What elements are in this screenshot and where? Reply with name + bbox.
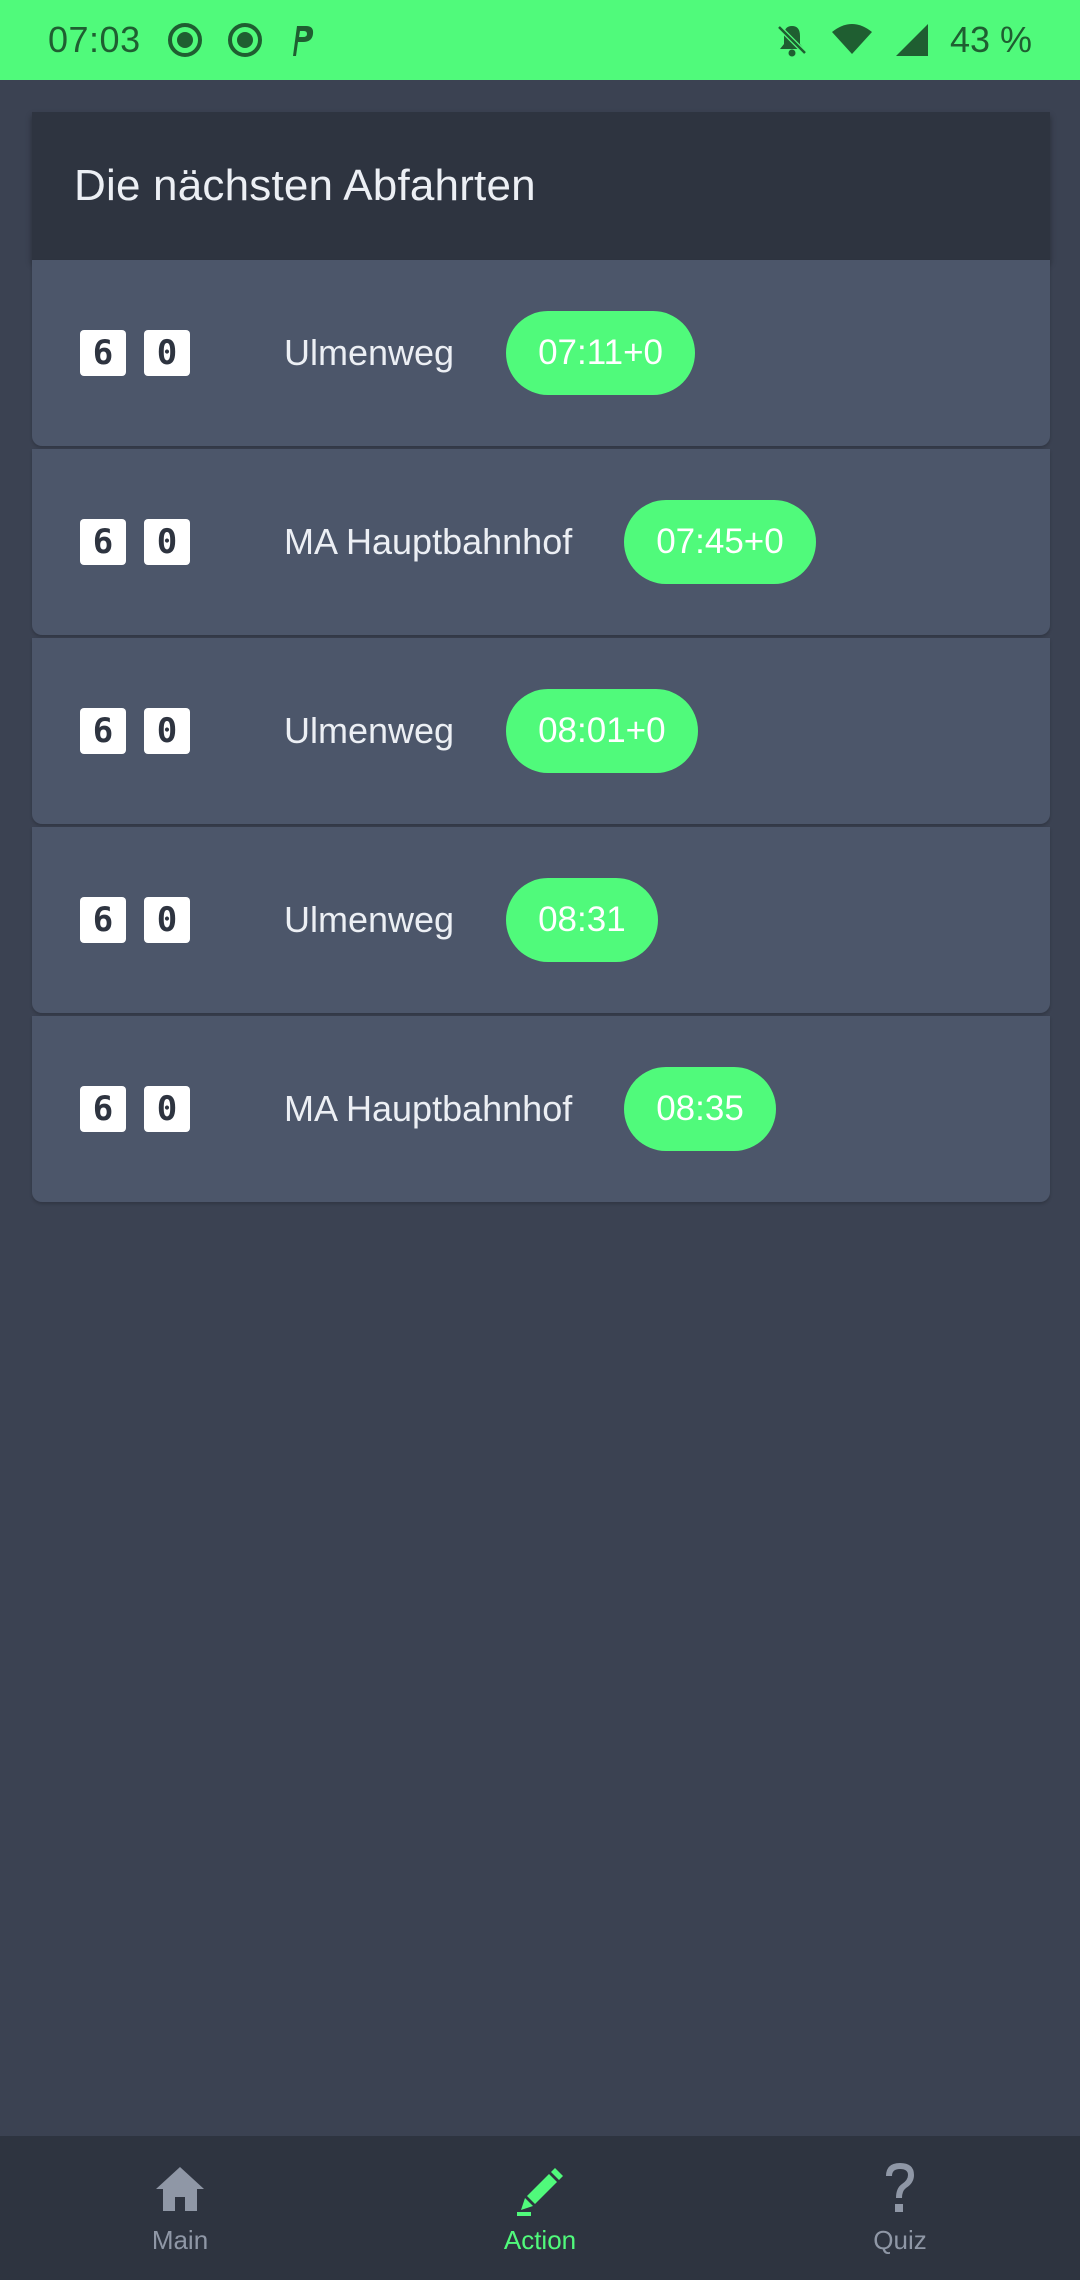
departure-time-badge: 07:45+0 [624,500,816,584]
question-icon [872,2161,928,2217]
nav-item-action[interactable]: Action [360,2136,720,2280]
destination-label: MA Hauptbahnhof [284,1088,573,1129]
line-number-badge: 6 0 [80,330,208,376]
line-digit: 0 [144,519,190,565]
bottom-navigation: Main Action Quiz [0,2136,1080,2280]
nav-item-main[interactable]: Main [0,2136,360,2280]
nav-label: Action [503,2224,577,2255]
nav-label: Main [151,2224,209,2255]
departure-info: Ulmenweg 08:01+0 [284,689,698,773]
parking-icon [287,22,317,58]
line-digit: 0 [144,708,190,754]
departures-header: Die nächsten Abfahrten [32,112,1050,260]
edit-icon [512,2161,568,2217]
line-digit: 6 [80,897,126,943]
departure-row[interactable]: 6 0 MA Hauptbahnhof 08:35 [32,1016,1050,1202]
departure-info: Ulmenweg 07:11+0 [284,311,695,395]
status-right: 43 % [754,19,1032,61]
departure-row[interactable]: 6 0 Ulmenweg 08:01+0 [32,638,1050,824]
line-digit: 6 [80,1086,126,1132]
nav-item-quiz[interactable]: Quiz [720,2136,1080,2280]
line-number-badge: 6 0 [80,1086,208,1132]
line-number-badge: 6 0 [80,708,208,754]
wifi-icon [830,22,874,58]
status-time: 07:03 [48,19,141,60]
departure-row[interactable]: 6 0 MA Hauptbahnhof 07:45+0 [32,449,1050,635]
signal-icon [894,22,930,58]
departure-info: MA Hauptbahnhof 08:35 [284,1067,776,1151]
departure-row[interactable]: 6 0 Ulmenweg 07:11+0 [32,260,1050,446]
departure-time-badge: 08:31 [506,878,658,962]
departure-time-badge: 07:11+0 [506,311,695,395]
record-icon [167,22,203,58]
departure-row[interactable]: 6 0 Ulmenweg 08:31 [32,827,1050,1013]
line-digit: 0 [144,897,190,943]
home-icon [152,2161,208,2217]
page-title: Die nächsten Abfahrten [74,161,536,210]
status-left: 07:03 [48,19,341,61]
departure-list: 6 0 Ulmenweg 07:11+0 6 0 MA Hauptbahnhof… [32,260,1050,1205]
destination-label: Ulmenweg [284,332,455,373]
line-digit: 6 [80,519,126,565]
departure-time-badge: 08:35 [624,1067,776,1151]
destination-label: Ulmenweg [284,899,455,940]
line-number-badge: 6 0 [80,897,208,943]
departure-info: Ulmenweg 08:31 [284,878,658,962]
battery-percentage: 43 % [949,19,1032,60]
destination-label: Ulmenweg [284,710,455,751]
line-digit: 6 [80,330,126,376]
departure-info: MA Hauptbahnhof 07:45+0 [284,500,816,584]
line-number-badge: 6 0 [80,519,208,565]
line-digit: 6 [80,708,126,754]
record-icon [227,22,263,58]
nav-label: Quiz [873,2224,927,2255]
destination-label: MA Hauptbahnhof [284,521,573,562]
line-digit: 0 [144,330,190,376]
line-digit: 0 [144,1086,190,1132]
bell-off-icon [774,22,810,58]
status-bar: 07:03 43 % [0,0,1080,80]
departure-time-badge: 08:01+0 [506,689,698,773]
